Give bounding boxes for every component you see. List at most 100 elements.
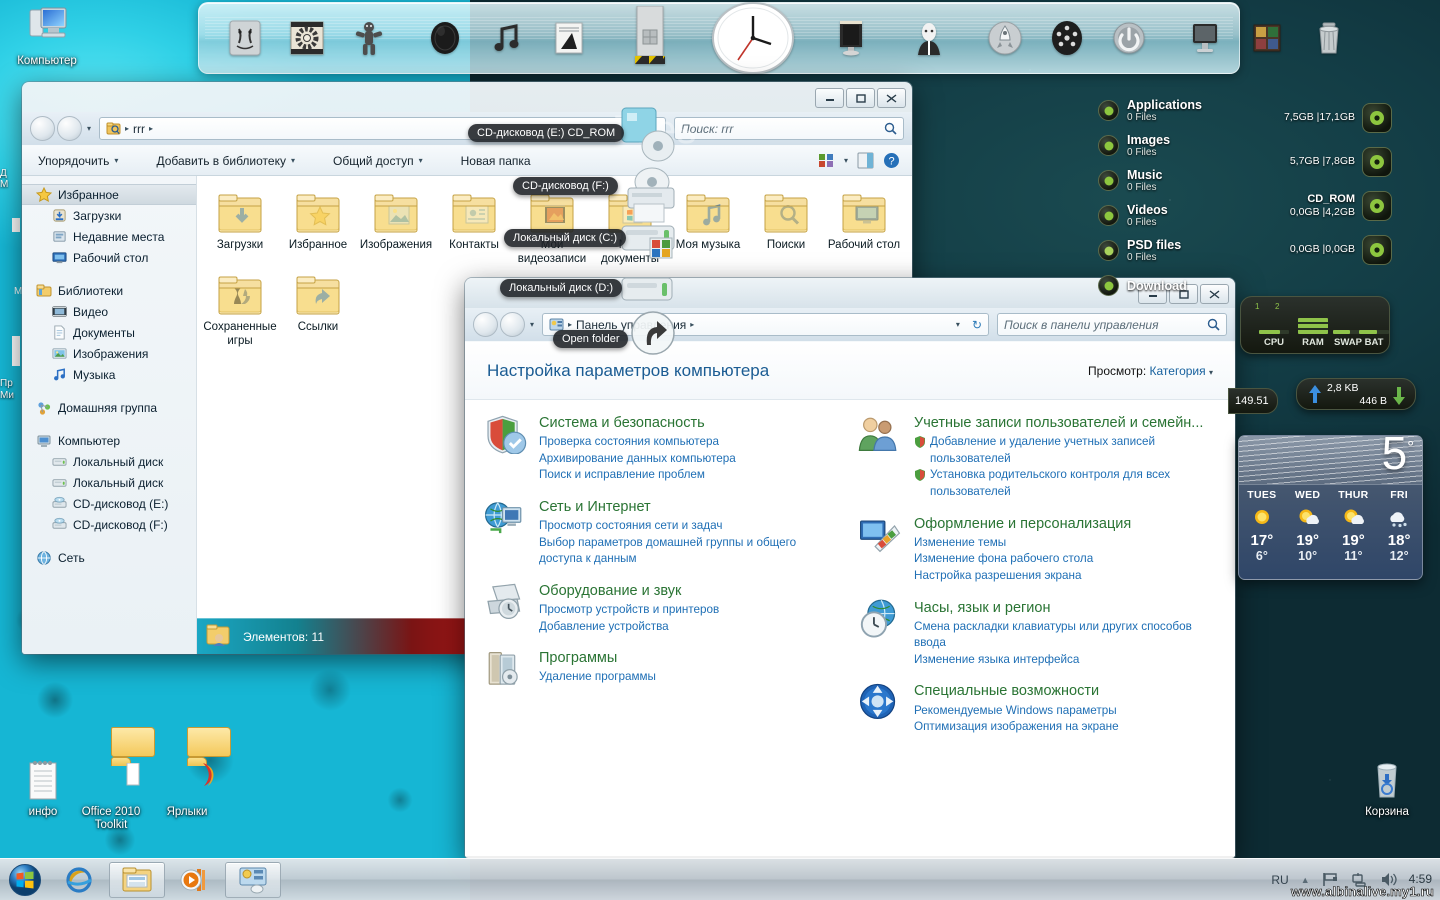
control-panel-category-heading[interactable]: Оформление и персонализация bbox=[914, 515, 1217, 533]
sidebar-item-библиотеки[interactable]: Библиотеки bbox=[22, 280, 196, 301]
chevron-up-icon[interactable]: ▲ bbox=[1301, 875, 1310, 885]
control-panel-link[interactable]: Установка родительского контроля для все… bbox=[914, 467, 1217, 500]
minimize-button[interactable] bbox=[815, 88, 844, 108]
close-button[interactable] bbox=[877, 88, 906, 108]
control-panel-link[interactable]: Изменение темы bbox=[914, 535, 1217, 552]
share-button[interactable]: Общий доступ ▾ bbox=[325, 150, 431, 172]
control-panel-link[interactable]: Удаление программы bbox=[539, 669, 842, 686]
power-icon[interactable] bbox=[1101, 9, 1157, 67]
control-panel-link[interactable]: Добавление и удаление учетных записей по… bbox=[914, 434, 1217, 467]
desktop-icon-recycle-bin[interactable]: Корзина bbox=[1346, 757, 1428, 819]
forward-button[interactable] bbox=[500, 312, 525, 337]
sketch-icon[interactable] bbox=[541, 9, 597, 67]
control-panel-link[interactable]: Поиск и исправление проблем bbox=[539, 467, 842, 484]
taskbar-button-internet-explorer[interactable] bbox=[51, 862, 107, 898]
desktop-icon-partial-left-1[interactable]: ДM bbox=[0, 168, 18, 198]
drive-row[interactable]: 7,5GB |17,1GB bbox=[1262, 96, 1392, 140]
maximize-button[interactable] bbox=[846, 88, 875, 108]
desktop-icon-partial-left-2[interactable] bbox=[12, 218, 20, 232]
file-count-row[interactable]: Images 0 Files bbox=[1098, 128, 1248, 163]
control-panel-link[interactable]: Просмотр устройств и принтеров bbox=[539, 602, 842, 619]
sidebar-item-компьютер[interactable]: Компьютер bbox=[22, 430, 196, 451]
weather-gadget[interactable]: 5° TUES 17° 6° WED 19° 10° THUR 19° 11° FRI 18° 12° bbox=[1238, 435, 1423, 580]
sidebar-item-избранное[interactable]: Избранное bbox=[22, 184, 196, 205]
sidebar-item-недавние-места[interactable]: Недавние места bbox=[22, 226, 196, 247]
control-panel-link[interactable]: Просмотр состояния сети и задач bbox=[539, 518, 842, 535]
language-indicator[interactable]: RU bbox=[1271, 873, 1288, 887]
trash-icon[interactable] bbox=[1301, 9, 1357, 67]
building-icon[interactable] bbox=[617, 6, 683, 67]
explorer-command-bar[interactable]: Упорядочить ▾ Добавить в библиотеку ▾ Об… bbox=[22, 146, 912, 176]
sidebar-item-изображения[interactable]: Изображения bbox=[22, 343, 196, 364]
taskbar-button-windows-explorer[interactable] bbox=[109, 861, 165, 898]
organize-button[interactable]: Упорядочить ▾ bbox=[30, 150, 126, 172]
system-meters-gadget[interactable]: 1 2 CPU RAM SWAP BAT bbox=[1240, 296, 1390, 354]
misc-value-gadget[interactable]: 149.51 bbox=[1228, 388, 1278, 414]
file-item[interactable]: Рабочий стол bbox=[825, 188, 903, 270]
sidebar-item-cd-дисковод-e-[interactable]: CD-дисковод (E:) bbox=[22, 493, 196, 514]
file-counts-gadget[interactable]: Applications 0 Files Images 0 Files Music 0 F… bbox=[1098, 93, 1248, 303]
file-item[interactable]: Изображения bbox=[357, 188, 435, 270]
add-to-library-button[interactable]: Добавить в библиотеку ▾ bbox=[148, 150, 303, 172]
desktop-icon-partial-left-3[interactable]: M bbox=[14, 286, 22, 297]
desktop-icon-office-toolkit[interactable]: Office 2010 Toolkit bbox=[70, 727, 155, 832]
explorer-search-box[interactable]: Поиск: rrr bbox=[674, 117, 904, 140]
back-button[interactable] bbox=[473, 312, 498, 337]
explorer-navigation-pane[interactable]: Избранное Загрузки Недавние места Рабочий с… bbox=[22, 176, 197, 654]
desktop-icon-partial-left-5[interactable]: Пр Ми bbox=[0, 378, 20, 401]
sidebar-item-локальный-диск[interactable]: Локальный диск bbox=[22, 451, 196, 472]
drives-gadget[interactable]: 7,5GB |17,1GB 5,7GB |7,8GB CD_ROM 0,0GB |4,… bbox=[1262, 96, 1392, 272]
gingerbread-man-icon[interactable] bbox=[341, 9, 397, 67]
taskbar-button-control-panel[interactable] bbox=[225, 861, 281, 898]
sidebar-item-видео[interactable]: Видео bbox=[22, 301, 196, 322]
launchpad-icon[interactable] bbox=[977, 9, 1033, 67]
drive-row[interactable]: 5,7GB |7,8GB bbox=[1262, 140, 1392, 184]
desktop-icon-partial-left-4[interactable] bbox=[12, 336, 20, 366]
itunes-icon[interactable] bbox=[479, 9, 535, 67]
control-panel-link[interactable]: Смена раскладки клавиатуры или других сп… bbox=[914, 619, 1217, 652]
sidebar-item-музыка[interactable]: Музыка bbox=[22, 364, 196, 385]
desktop-icon-computer[interactable]: Компьютер bbox=[6, 6, 88, 68]
portrait-icon[interactable] bbox=[901, 9, 957, 67]
taskbar[interactable]: RU ▲ 4:59 bbox=[0, 858, 1440, 900]
sidebar-item-документы[interactable]: Документы bbox=[22, 322, 196, 343]
preview-pane-icon[interactable] bbox=[857, 152, 874, 169]
view-value[interactable]: Категория bbox=[1150, 364, 1206, 378]
control-panel-link[interactable]: Рекомендуемые Windows параметры bbox=[914, 703, 1217, 720]
taskbar-button-media-player[interactable] bbox=[167, 862, 223, 898]
desktop-icon-shortcuts[interactable]: Ярлыки bbox=[146, 727, 231, 819]
control-panel-search-box[interactable]: Поиск в панели управления bbox=[997, 313, 1227, 336]
sidebar-item-сеть[interactable]: Сеть bbox=[22, 547, 196, 568]
view-selector[interactable]: Просмотр: Категория ▾ bbox=[1088, 364, 1213, 378]
explorer-titlebar[interactable] bbox=[22, 82, 912, 112]
sidebar-item-домашняя-группа[interactable]: Домашняя группа bbox=[22, 397, 196, 418]
control-panel-link[interactable]: Настройка разрешения экрана bbox=[914, 568, 1217, 585]
drive-row[interactable]: 0,0GB |0,0GB bbox=[1262, 228, 1392, 272]
chevron-down-icon[interactable]: ▾ bbox=[1209, 368, 1213, 377]
file-count-row[interactable]: Download bbox=[1098, 268, 1248, 303]
control-panel-category-heading[interactable]: Учетные записи пользователей и семейн... bbox=[914, 414, 1217, 432]
history-dropdown-icon[interactable]: ▾ bbox=[87, 124, 91, 133]
control-panel-link[interactable]: Добавление устройства bbox=[539, 619, 842, 636]
control-panel-link[interactable]: Оптимизация изображения на экране bbox=[914, 719, 1217, 736]
sidebar-item-рабочий-стол[interactable]: Рабочий стол bbox=[22, 247, 196, 268]
explorer-navigation-bar[interactable]: ▾ ▸ rrr ▸ Поиск: rrr bbox=[22, 112, 912, 146]
dashboard-icon[interactable] bbox=[1039, 9, 1095, 67]
control-panel-window[interactable]: ▾ ▸ Панель управления ▸ ▾ ↻ Поиск в пане… bbox=[465, 278, 1235, 858]
sidebar-item-загрузки[interactable]: Загрузки bbox=[22, 205, 196, 226]
back-button[interactable] bbox=[30, 116, 55, 141]
file-count-row[interactable]: PSD files 0 Files bbox=[1098, 233, 1248, 268]
control-panel-link[interactable]: Изменение языка интерфейса bbox=[914, 652, 1217, 669]
address-dropdown-icon[interactable]: ▾ bbox=[956, 320, 960, 329]
file-item[interactable]: Ссылки bbox=[279, 270, 357, 352]
control-panel-category-heading[interactable]: Сеть и Интернет bbox=[539, 498, 842, 516]
file-item[interactable]: Избранное bbox=[279, 188, 357, 270]
file-item[interactable]: Сохраненные игры bbox=[201, 270, 279, 352]
file-count-row[interactable]: Music 0 Files bbox=[1098, 163, 1248, 198]
file-item[interactable]: Контакты bbox=[435, 188, 513, 270]
network-speed-gadget[interactable]: 2,8 KB 446 B bbox=[1296, 378, 1416, 410]
forward-button[interactable] bbox=[57, 116, 82, 141]
help-icon[interactable]: ? bbox=[883, 152, 900, 169]
film-icon[interactable] bbox=[823, 9, 879, 67]
view-layout-icon[interactable] bbox=[818, 153, 835, 168]
